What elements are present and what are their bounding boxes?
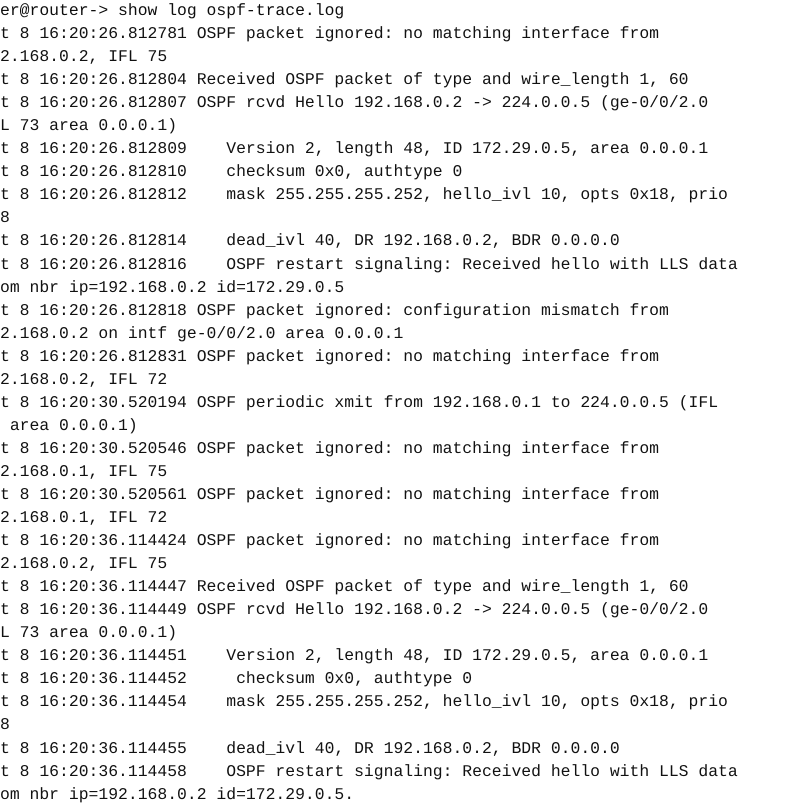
log-line: 8: [0, 715, 10, 735]
log-line: t 8 16:20:26.812812 mask 255.255.255.252…: [0, 185, 728, 205]
log-line: t 8 16:20:26.812810 checksum 0x0, authty…: [0, 162, 463, 182]
log-line: t 8 16:20:36.114447 Received OSPF packet…: [0, 577, 689, 597]
log-line: t 8 16:20:26.812818 OSPF packet ignored:…: [0, 300, 669, 320]
log-line: t 8 16:20:26.812781 OSPF packet ignored:…: [0, 24, 660, 44]
terminal-output[interactable]: er@router-> show log ospf-trace.log t 8 …: [0, 0, 812, 806]
log-line: t 8 16:20:36.114454 mask 255.255.255.252…: [0, 692, 728, 712]
log-line: 2.168.0.2, IFL 72: [0, 369, 168, 389]
log-line: t 8 16:20:30.520546 OSPF packet ignored:…: [0, 438, 660, 458]
log-line: 2.168.0.1, IFL 72: [0, 508, 168, 528]
log-line: t 8 16:20:26.812809 Version 2, length 48…: [0, 139, 709, 159]
log-line: L 73 area 0.0.0.1): [0, 623, 178, 643]
log-line: 8: [0, 208, 10, 228]
log-line: t 8 16:20:36.114451 Version 2, length 48…: [0, 646, 709, 666]
log-line: L 73 area 0.0.0.1): [0, 116, 178, 136]
log-line: t 8 16:20:26.812831 OSPF packet ignored:…: [0, 346, 660, 366]
log-line: t 8 16:20:26.812816 OSPF restart signali…: [0, 254, 738, 274]
log-line: t 8 16:20:36.114455 dead_ivl 40, DR 192.…: [0, 738, 620, 758]
log-line: t 8 16:20:26.812804 Received OSPF packet…: [0, 70, 689, 90]
log-line: t 8 16:20:36.114424 OSPF packet ignored:…: [0, 531, 660, 551]
log-line: 2.168.0.1, IFL 75: [0, 461, 168, 481]
log-line: area 0.0.0.1): [0, 415, 138, 435]
log-line: t 8 16:20:26.812807 OSPF rcvd Hello 192.…: [0, 93, 709, 113]
log-line: t 8 16:20:30.520561 OSPF packet ignored:…: [0, 484, 660, 504]
log-line: om nbr ip=192.168.0.2 id=172.29.0.5: [0, 277, 345, 297]
log-line: t 8 16:20:36.114458 OSPF restart signali…: [0, 761, 738, 781]
log-line: 2.168.0.2, IFL 75: [0, 47, 168, 67]
log-line: 2.168.0.2, IFL 75: [0, 554, 168, 574]
log-line: om nbr ip=192.168.0.2 id=172.29.0.5.: [0, 784, 355, 804]
shell-prompt-line: er@router-> show log ospf-trace.log: [0, 1, 345, 20]
log-line: t 8 16:20:30.520194 OSPF periodic xmit f…: [0, 392, 719, 412]
terminal-window[interactable]: er@router-> show log ospf-trace.log t 8 …: [0, 0, 812, 806]
log-line: t 8 16:20:36.114449 OSPF rcvd Hello 192.…: [0, 600, 709, 620]
log-line: 2.168.0.2 on intf ge-0/0/2.0 area 0.0.0.…: [0, 323, 404, 343]
log-line: t 8 16:20:26.812814 dead_ivl 40, DR 192.…: [0, 231, 620, 251]
log-line: t 8 16:20:36.114452 checksum 0x0, authty…: [0, 669, 473, 689]
